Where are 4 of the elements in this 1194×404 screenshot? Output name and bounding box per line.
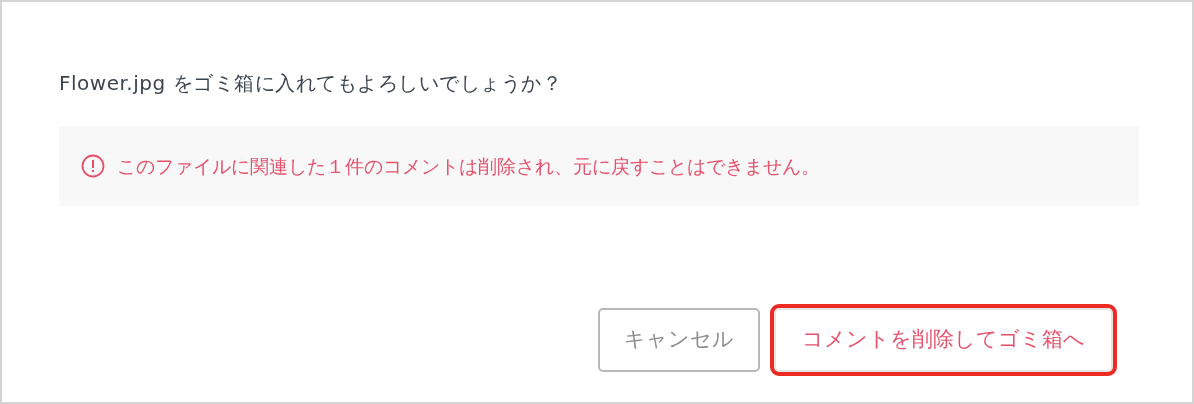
cancel-button[interactable]: キャンセル <box>598 308 760 372</box>
dialog-message: Flower.jpg をゴミ箱に入れてもよろしいでしょうか？ <box>59 70 562 97</box>
alert-icon <box>81 154 105 178</box>
warning-text: このファイルに関連した１件のコメントは削除され、元に戻すことはできません。 <box>117 153 820 179</box>
